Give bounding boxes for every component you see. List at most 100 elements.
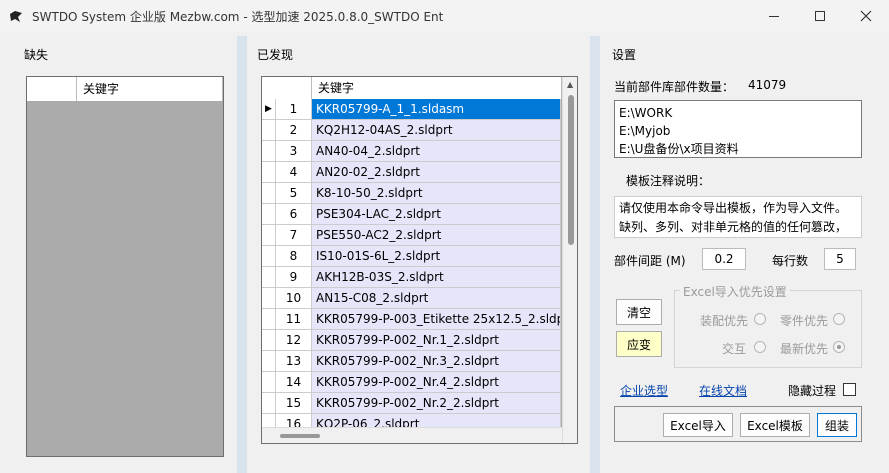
- hide-process-label: 隐藏过程: [788, 384, 837, 398]
- row-selector[interactable]: [262, 120, 276, 141]
- keyword-cell[interactable]: AKH12B-03S_2.sldprt: [312, 267, 561, 288]
- radio-latest[interactable]: [833, 341, 845, 353]
- close-button[interactable]: [843, 0, 889, 32]
- row-number: 8: [276, 246, 312, 267]
- table-row[interactable]: 6 PSE304-LAC_2.sldprt: [262, 204, 562, 225]
- found-horizontal-scrollbar[interactable]: [262, 427, 562, 443]
- scroll-up-icon[interactable]: ▲: [567, 80, 573, 89]
- table-row[interactable]: 8 IS10-01S-6L_2.sldprt: [262, 246, 562, 267]
- library-path-item[interactable]: E:\WORK: [619, 104, 857, 122]
- row-number: 4: [276, 162, 312, 183]
- table-row[interactable]: 10 AN15-C08_2.sldprt: [262, 288, 562, 309]
- keyword-cell[interactable]: AN20-02_2.sldprt: [312, 162, 561, 183]
- row-selector[interactable]: [262, 330, 276, 351]
- splitter-left[interactable]: [237, 36, 247, 473]
- template-note-textbox[interactable]: 请仅使用本命令导出模板，作为导入文件。 缺列、多列、对非单元格的值的任何篡改，: [614, 196, 862, 238]
- keyword-cell[interactable]: KKR05799-P-002_Nr.1_2.sldprt: [312, 330, 561, 351]
- clear-button[interactable]: 清空: [616, 299, 662, 325]
- row-number: 14: [276, 372, 312, 393]
- keyword-cell[interactable]: PSE550-AC2_2.sldprt: [312, 225, 561, 246]
- splitter-right[interactable]: [590, 36, 600, 473]
- excel-priority-group: [674, 290, 862, 368]
- row-selector[interactable]: [262, 246, 276, 267]
- missing-grid[interactable]: 关键字: [26, 76, 224, 457]
- table-row[interactable]: 13 KKR05799-P-002_Nr.3_2.sldprt: [262, 351, 562, 372]
- row-selector[interactable]: [262, 267, 276, 288]
- radio-latest-label[interactable]: 最新优先: [780, 340, 828, 357]
- table-row[interactable]: 12 KKR05799-P-002_Nr.1_2.sldprt: [262, 330, 562, 351]
- radio-assembly[interactable]: [754, 313, 766, 325]
- table-row[interactable]: 11 KKR05799-P-003_Etikette 25x12.5_2.sldp…: [262, 309, 562, 330]
- library-path-item[interactable]: E:\Myjob: [619, 122, 857, 140]
- table-row[interactable]: 3 AN40-04_2.sldprt: [262, 141, 562, 162]
- missing-column-header-keyword[interactable]: 关键字: [77, 77, 223, 101]
- row-selector[interactable]: [262, 393, 276, 414]
- vertical-scroll-thumb[interactable]: [568, 95, 574, 245]
- per-row-label: 每行数: [772, 254, 809, 268]
- missing-grid-header: 关键字: [27, 77, 223, 101]
- keyword-cell[interactable]: KKR05799-P-003_Etikette 25x12.5_2.sldprt: [312, 309, 561, 330]
- radio-part-label[interactable]: 零件优先: [780, 312, 828, 329]
- template-note-line: 缺列、多列、对非单元格的值的任何篡改，: [619, 220, 848, 234]
- found-row-header-corner: [262, 77, 312, 99]
- radio-part[interactable]: [833, 313, 845, 325]
- table-row[interactable]: 15 KKR05799-P-002_Nr.2_2.sldprt: [262, 393, 562, 414]
- enterprise-selection-link[interactable]: 企业选型: [620, 382, 668, 399]
- table-row[interactable]: 5 K8-10-50_2.sldprt: [262, 183, 562, 204]
- radio-intersect-label[interactable]: 交互: [722, 340, 746, 357]
- template-note-label: 模板注释说明：: [626, 174, 711, 188]
- keyword-cell[interactable]: KKR05799-P-002_Nr.3_2.sldprt: [312, 351, 561, 372]
- minimize-icon: [769, 15, 779, 17]
- keyword-cell[interactable]: IS10-01S-6L_2.sldprt: [312, 246, 561, 267]
- table-row[interactable]: 2 KQ2H12-04AS_2.sldprt: [262, 120, 562, 141]
- template-note-line: 请仅使用本命令导出模板，作为导入文件。: [619, 201, 848, 215]
- library-path-item[interactable]: E:\U盘备份\x项目资料: [619, 140, 857, 158]
- row-number: 2: [276, 120, 312, 141]
- row-selector[interactable]: [262, 309, 276, 330]
- table-row[interactable]: ▶ 1 KKR05799-A_1_1.sldasm: [262, 99, 562, 120]
- minimize-button[interactable]: [751, 0, 797, 32]
- close-icon: [860, 10, 872, 22]
- table-row[interactable]: 4 AN20-02_2.sldprt: [262, 162, 562, 183]
- table-row[interactable]: 9 AKH12B-03S_2.sldprt: [262, 267, 562, 288]
- table-row[interactable]: 14 KKR05799-P-002_Nr.4_2.sldprt: [262, 372, 562, 393]
- row-selector[interactable]: [262, 183, 276, 204]
- keyword-cell[interactable]: KQ2H12-04AS_2.sldprt: [312, 120, 561, 141]
- table-row[interactable]: 7 PSE550-AC2_2.sldprt: [262, 225, 562, 246]
- online-docs-link[interactable]: 在线文档: [699, 382, 747, 399]
- per-row-input[interactable]: 5: [824, 248, 856, 270]
- app-logo-icon: [10, 11, 22, 22]
- row-selector[interactable]: ▶: [262, 99, 276, 120]
- apply-button[interactable]: 应变: [616, 331, 662, 357]
- part-count-value: 41079: [748, 78, 787, 92]
- excel-import-button[interactable]: Excel导入: [663, 413, 733, 437]
- horizontal-scroll-thumb[interactable]: [280, 434, 320, 438]
- library-path-list[interactable]: E:\WORK E:\Myjob E:\U盘备份\x项目资料: [614, 100, 862, 158]
- keyword-cell[interactable]: PSE304-LAC_2.sldprt: [312, 204, 561, 225]
- radio-assembly-label[interactable]: 装配优先: [700, 312, 748, 329]
- excel-template-button[interactable]: Excel模板: [740, 413, 810, 437]
- row-selector[interactable]: [262, 351, 276, 372]
- keyword-cell[interactable]: AN40-04_2.sldprt: [312, 141, 561, 162]
- found-column-header-keyword[interactable]: 关键字: [312, 77, 562, 99]
- radio-intersect[interactable]: [754, 341, 766, 353]
- row-selector[interactable]: [262, 141, 276, 162]
- keyword-cell[interactable]: K8-10-50_2.sldprt: [312, 183, 561, 204]
- row-number: 1: [276, 99, 312, 120]
- hide-process-checkbox[interactable]: [843, 383, 856, 396]
- row-number: 10: [276, 288, 312, 309]
- maximize-button[interactable]: [797, 0, 843, 32]
- row-selector[interactable]: [262, 162, 276, 183]
- row-selector[interactable]: [262, 225, 276, 246]
- keyword-cell[interactable]: KKR05799-P-002_Nr.4_2.sldprt: [312, 372, 561, 393]
- found-vertical-scrollbar[interactable]: ▲: [562, 77, 577, 443]
- keyword-cell[interactable]: KKR05799-P-002_Nr.2_2.sldprt: [312, 393, 561, 414]
- row-selector[interactable]: [262, 372, 276, 393]
- assemble-button[interactable]: 组装: [817, 413, 857, 437]
- row-selector[interactable]: [262, 288, 276, 309]
- row-selector[interactable]: [262, 204, 276, 225]
- found-grid[interactable]: 关键字 ▶ 1 KKR05799-A_1_1.sldasm 2 KQ2H12-04AS_…: [261, 76, 578, 444]
- spacing-input[interactable]: 0.2: [702, 248, 746, 270]
- keyword-cell[interactable]: AN15-C08_2.sldprt: [312, 288, 561, 309]
- keyword-cell[interactable]: KKR05799-A_1_1.sldasm: [312, 99, 561, 120]
